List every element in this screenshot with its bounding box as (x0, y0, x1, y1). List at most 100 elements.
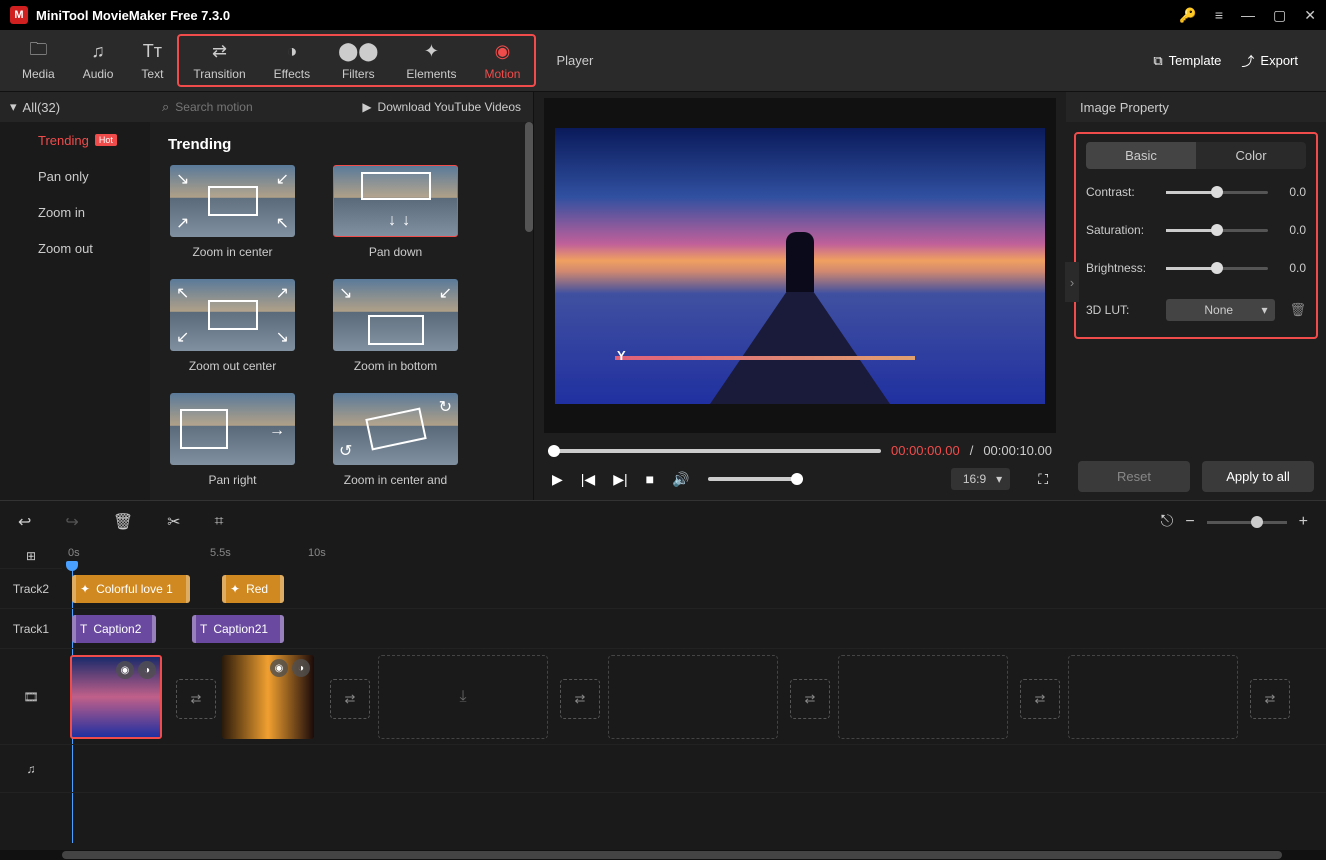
video-clip[interactable]: ◉◑ (222, 655, 314, 739)
tab-audio[interactable]: ♫ Audio (69, 30, 128, 91)
maximize-icon[interactable]: ▢ (1273, 7, 1286, 24)
volume-slider[interactable] (708, 477, 803, 481)
zoom-out-icon[interactable]: − (1185, 513, 1194, 531)
effect-clip[interactable]: ✦Colorful love 1 (72, 575, 190, 603)
redo-icon[interactable]: ↪ (65, 512, 78, 532)
play-icon[interactable]: ▶ (552, 471, 563, 488)
text-clip[interactable]: TCaption21 (192, 615, 284, 643)
video-clip[interactable]: ◉◑ (70, 655, 162, 739)
highlighted-tool-group: ⇄ Transition ◑ Effects ⬤⬤ Filters ✦ Elem… (177, 34, 536, 87)
transition-slot[interactable]: ⇄ (1020, 679, 1060, 719)
download-youtube-link[interactable]: ▶ Download YouTube Videos (362, 100, 521, 114)
transition-slot[interactable]: ⇄ (330, 679, 370, 719)
motion-badge-icon: ◉ (116, 661, 134, 679)
category-trending[interactable]: Trending Hot (0, 122, 150, 158)
filter-badge-icon: ◑ (292, 659, 310, 677)
transition-icon: ⇄ (212, 41, 227, 63)
contrast-slider[interactable] (1166, 191, 1268, 194)
time-current: 00:00:00.00 (891, 443, 960, 458)
drop-slot[interactable] (838, 655, 1008, 739)
brightness-slider[interactable] (1166, 267, 1268, 270)
video-preview[interactable]: Y (544, 98, 1056, 433)
tab-motion[interactable]: ◉ Motion (470, 36, 534, 85)
section-title: Trending (150, 122, 533, 161)
transition-slot[interactable]: ⇄ (790, 679, 830, 719)
category-header[interactable]: ▾ All(32) (0, 92, 150, 122)
progress-slider[interactable] (548, 449, 881, 453)
menu-icon[interactable]: ≡ (1215, 7, 1223, 23)
track-2[interactable]: ✦Colorful love 1 ✦Red (62, 569, 1326, 609)
motion-thumb[interactable]: ↖↗ ↙↘ Zoom out center (170, 279, 295, 373)
track-1[interactable]: TCaption2 TCaption21 (62, 609, 1326, 649)
audio-track[interactable] (62, 745, 1326, 793)
license-key-icon[interactable]: 🔑 (1179, 7, 1196, 24)
drop-slot[interactable] (608, 655, 778, 739)
undo-icon[interactable]: ↩ (18, 512, 31, 532)
time-total: 00:00:10.00 (983, 443, 1052, 458)
vertical-scrollbar[interactable] (525, 122, 533, 232)
reset-button[interactable]: Reset (1078, 461, 1190, 492)
lut-select[interactable]: None (1166, 299, 1275, 321)
video-track[interactable]: ◉◑ ⇄ ◉◑ ⇄ ⤓ ⇄ ⇄ ⇄ ⇄ (62, 649, 1326, 745)
youtube-icon: ▶ (362, 100, 371, 114)
zoom-slider[interactable] (1207, 521, 1287, 524)
motion-thumb[interactable]: ↓↓ Pan down (333, 165, 458, 259)
close-icon[interactable]: ✕ (1304, 7, 1316, 24)
sparkle-icon: ✦ (230, 582, 240, 596)
saturation-slider[interactable] (1166, 229, 1268, 232)
tab-elements[interactable]: ✦ Elements (392, 36, 470, 85)
player-label: Player (536, 30, 613, 91)
timeline-ruler[interactable]: 0s 5.5s 10s (62, 543, 1326, 569)
saturation-label: Saturation: (1086, 223, 1158, 237)
hot-badge: Hot (95, 134, 117, 146)
prev-frame-icon[interactable]: |◀ (581, 471, 595, 488)
template-button[interactable]: ⧉ Template (1153, 53, 1221, 69)
drop-slot[interactable]: ⤓ (378, 655, 548, 739)
trash-icon[interactable]: 🗑 (1289, 302, 1306, 318)
motion-thumb[interactable]: ↻↺ Zoom in center and (333, 393, 458, 487)
motion-thumb[interactable]: ↘↙ Zoom in bottom (333, 279, 458, 373)
tab-basic[interactable]: Basic (1086, 142, 1196, 169)
category-zoom-out[interactable]: Zoom out (0, 230, 150, 266)
horizontal-scrollbar[interactable] (0, 850, 1326, 860)
tab-transition[interactable]: ⇄ Transition (179, 36, 259, 85)
split-icon[interactable]: ✂ (167, 512, 180, 532)
minimize-icon[interactable]: — (1241, 7, 1255, 23)
track1-label: Track1 (0, 609, 62, 649)
text-clip[interactable]: TCaption2 (72, 615, 156, 643)
search-input[interactable] (175, 100, 362, 114)
delete-icon[interactable]: 🗑 (113, 512, 133, 532)
collapse-handle-icon[interactable]: › (1065, 262, 1079, 302)
tab-text[interactable]: Tᴛ Text (127, 30, 177, 91)
stop-icon[interactable]: ■ (646, 471, 654, 487)
transition-slot[interactable]: ⇄ (176, 679, 216, 719)
tab-filters[interactable]: ⬤⬤ Filters (324, 36, 392, 85)
effect-clip[interactable]: ✦Red (222, 575, 284, 603)
motion-thumb[interactable]: → Pan right (170, 393, 295, 487)
magnet-icon[interactable]: ⎋ (1161, 513, 1174, 531)
filter-badge-icon: ◑ (138, 661, 156, 679)
tab-effects[interactable]: ◑ Effects (260, 36, 324, 85)
aspect-ratio-select[interactable]: 16:9 (951, 468, 1010, 490)
app-title: MiniTool MovieMaker Free 7.3.0 (36, 8, 1179, 23)
next-frame-icon[interactable]: ▶| (613, 471, 627, 488)
transition-slot[interactable]: ⇄ (560, 679, 600, 719)
search-icon: ⌕ (162, 99, 169, 115)
drop-slot[interactable] (1068, 655, 1238, 739)
crop-icon[interactable]: ⌗ (215, 513, 224, 531)
fullscreen-icon[interactable]: ⛶ (1038, 471, 1048, 488)
category-pan-only[interactable]: Pan only (0, 158, 150, 194)
add-track-icon[interactable]: ⊞ (0, 543, 62, 569)
tab-color[interactable]: Color (1196, 142, 1306, 169)
zoom-in-icon[interactable]: + (1299, 513, 1308, 531)
apply-all-button[interactable]: Apply to all (1202, 461, 1314, 492)
brightness-value: 0.0 (1276, 261, 1306, 275)
motion-badge-icon: ◉ (270, 659, 288, 677)
category-zoom-in[interactable]: Zoom in (0, 194, 150, 230)
export-button[interactable]: ⤴ Export (1241, 51, 1298, 70)
transition-slot[interactable]: ⇄ (1250, 679, 1290, 719)
motion-icon: ◉ (495, 41, 511, 63)
tab-media[interactable]: 🗀 Media (8, 30, 69, 91)
volume-icon[interactable]: 🔊 (672, 471, 689, 488)
motion-thumb[interactable]: ↘↙ ↗↖ Zoom in center (170, 165, 295, 259)
